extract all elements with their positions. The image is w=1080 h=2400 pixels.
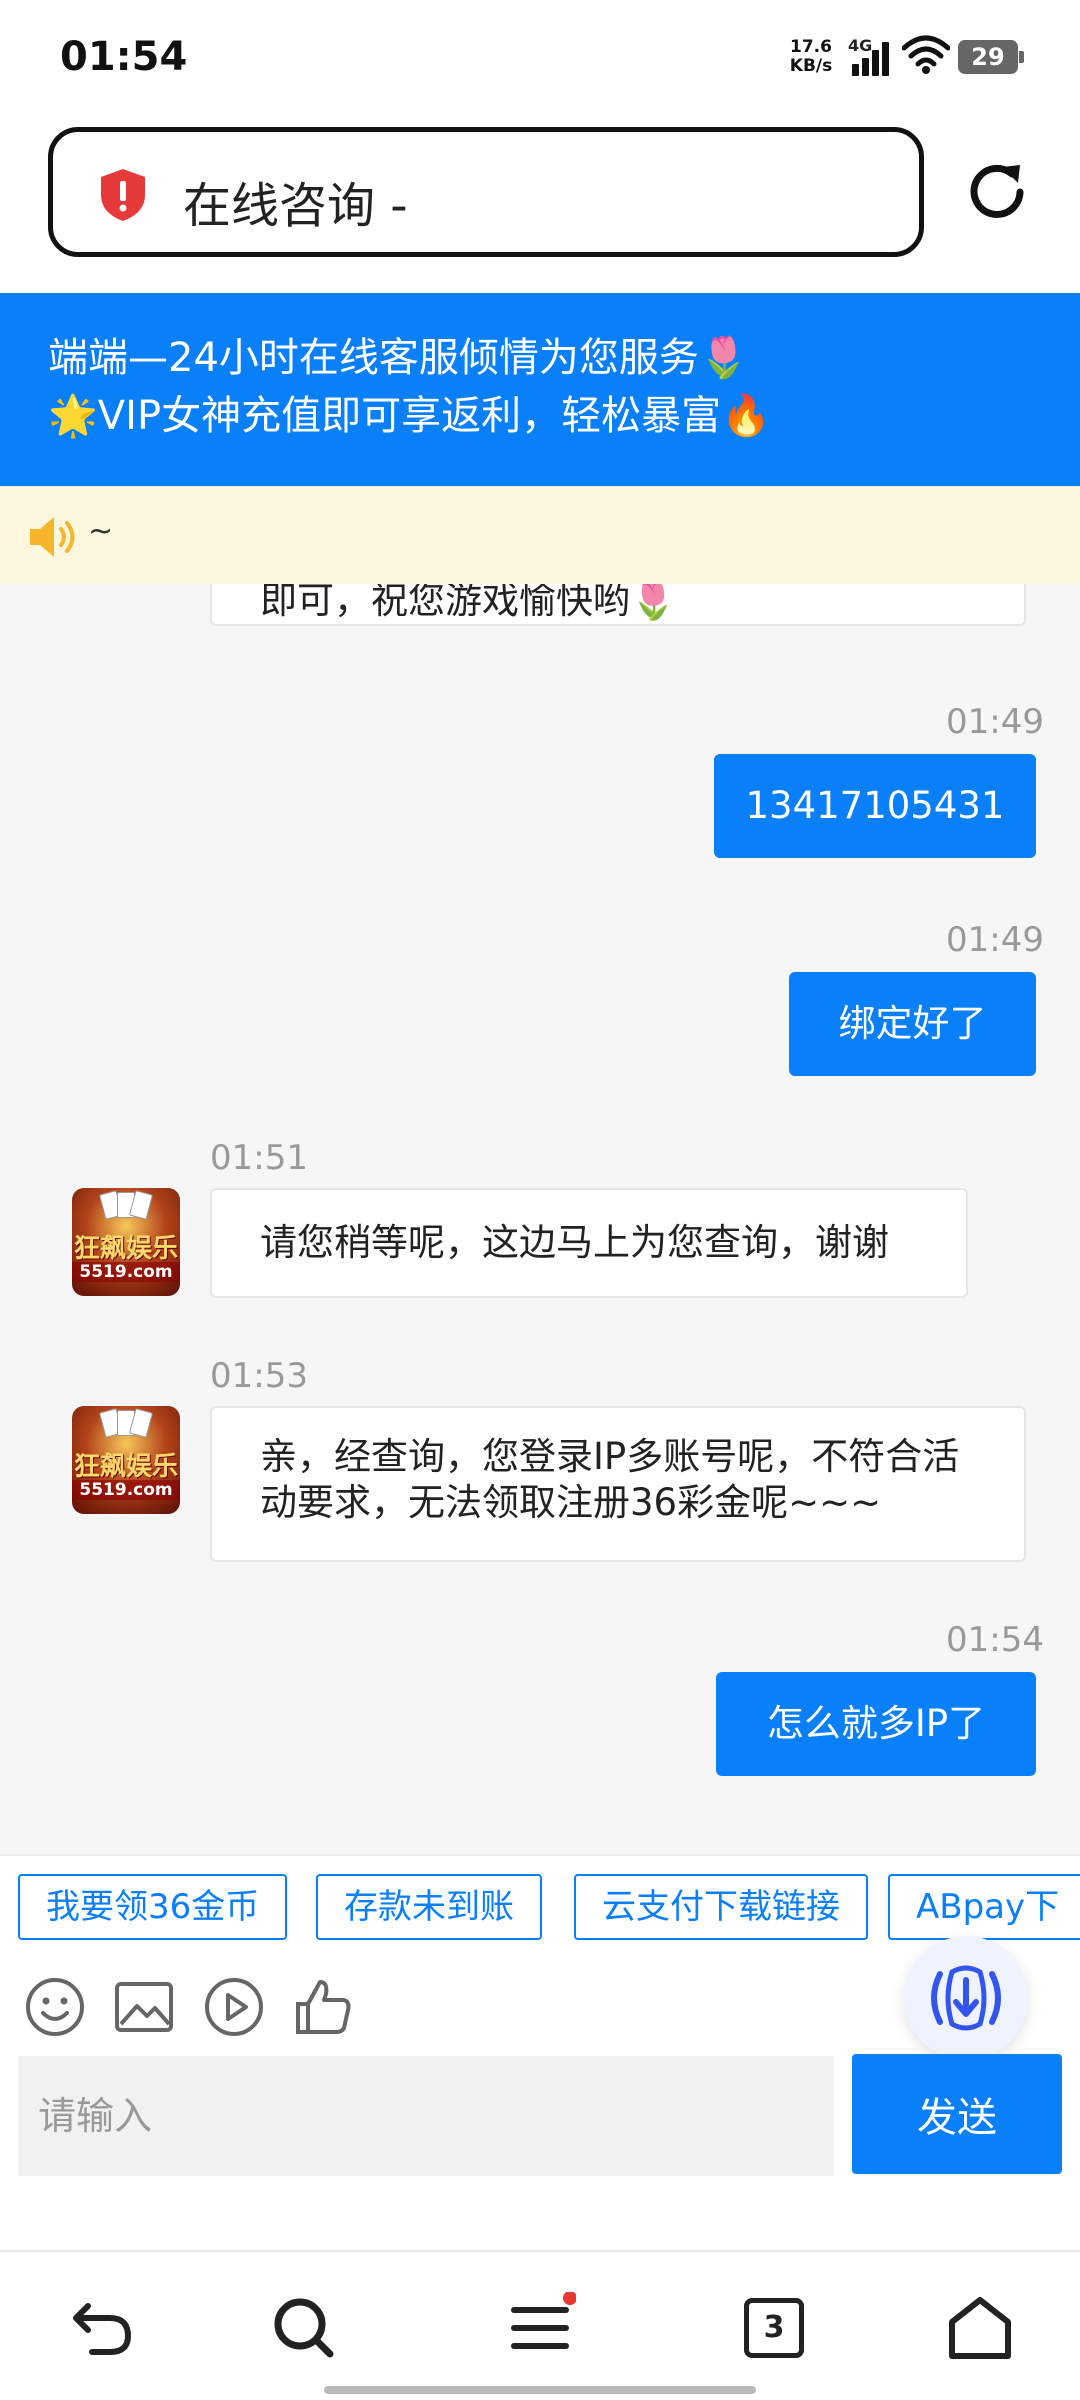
my-message: 绑定好了 [789, 972, 1036, 1076]
back-icon[interactable] [66, 2292, 138, 2364]
message-input[interactable] [18, 2056, 834, 2176]
net-speed-unit: KB/s [789, 56, 833, 76]
my-message: 怎么就多IP了 [716, 1672, 1036, 1776]
my-message: 13417105431 [714, 754, 1036, 858]
agent-avatar[interactable]: 狂飙娱乐 5519.com [72, 1188, 180, 1296]
search-icon[interactable] [268, 2292, 340, 2364]
agent-avatar[interactable]: 狂飙娱乐 5519.com [72, 1406, 180, 1514]
service-banner: 端端—24小时在线客服倾情为您服务🌷 🌟VIP女神充值即可享返利，轻松暴富🔥 [0, 293, 1080, 486]
banner-line-1: 端端—24小时在线客服倾情为您服务🌷 [48, 335, 749, 381]
message-time: 01:54 [946, 1620, 1044, 1660]
notice-bar: ~ [0, 486, 1080, 584]
banner-line-2: 🌟VIP女神充值即可享返利，轻松暴富🔥 [48, 393, 771, 439]
message-text: 13417105431 [745, 784, 1005, 827]
menu-icon[interactable] [504, 2292, 576, 2364]
message-time: 01:49 [946, 702, 1044, 742]
net-speed: 17.6 KB/s [786, 38, 836, 76]
video-icon[interactable] [203, 1976, 265, 2038]
net-speed-value: 17.6 [790, 37, 832, 57]
shield-alert-icon[interactable] [98, 167, 148, 223]
notice-text: ~ [88, 514, 114, 549]
image-icon[interactable] [113, 1976, 175, 2038]
url-row: 在线咨询 - [0, 115, 1080, 293]
speaker-icon [30, 517, 75, 557]
avatar-logo-text: 狂飙娱乐 [73, 1452, 178, 1482]
signal-icon: 4G [848, 36, 894, 76]
message-time: 01:49 [946, 920, 1044, 960]
avatar-logo-text: 狂飙娱乐 [73, 1234, 178, 1264]
agent-message: 请您稍等呢，这边马上为您查询，谢谢 [210, 1188, 968, 1298]
status-bar: 01:54 17.6 KB/s 4G 29 [0, 0, 1080, 115]
quick-reply-chip[interactable]: 云支付下载链接 [574, 1874, 868, 1940]
message-text: 亲，经查询，您登录IP多账号呢，不符合活动要求，无法领取注册36彩金呢~~~ [260, 1435, 960, 1524]
battery-icon: 29 [958, 40, 1024, 74]
tabs-button[interactable]: 3 [744, 2298, 816, 2370]
home-icon[interactable] [944, 2292, 1016, 2364]
status-time: 01:54 [60, 34, 188, 80]
message-time: 01:53 [210, 1356, 308, 1396]
home-indicator[interactable] [324, 2386, 756, 2394]
message-text: 怎么就多IP了 [766, 1702, 986, 1745]
avatar-domain-text: 5519.com [72, 1480, 180, 1500]
message-text: 绑定好了 [838, 1002, 987, 1045]
chat-area[interactable]: 即可，祝您游戏愉快哟🌷 01:49 13417105431 01:49 绑定好了… [0, 584, 1080, 1854]
quick-reply-chip[interactable]: 存款未到账 [316, 1874, 542, 1940]
address-bar[interactable]: 在线咨询 - [48, 127, 924, 257]
emoji-icon[interactable] [24, 1976, 86, 2038]
page-title: 在线咨询 - [183, 178, 408, 234]
wifi-icon [902, 35, 950, 74]
network-type: 4G [848, 36, 873, 55]
download-icon [931, 1965, 1001, 2031]
tabs-count: 3 [744, 2298, 804, 2358]
send-button[interactable]: 发送 [852, 2054, 1062, 2174]
browser-bottom-nav: 3 [0, 2250, 1080, 2400]
input-row: 发送 [0, 2054, 1080, 2250]
agent-message: 即可，祝您游戏愉快哟🌷 [210, 584, 1026, 626]
message-text: 即可，祝您游戏愉快哟🌷 [260, 584, 677, 622]
thumbs-up-icon[interactable] [292, 1976, 354, 2038]
avatar-domain-text: 5519.com [72, 1262, 180, 1282]
message-time: 01:51 [210, 1138, 308, 1178]
agent-message: 亲，经查询，您登录IP多账号呢，不符合活动要求，无法领取注册36彩金呢~~~ [210, 1406, 1026, 1562]
quick-reply-chip[interactable]: 我要领36金币 [18, 1874, 288, 1940]
reload-icon[interactable] [964, 159, 1030, 225]
message-text: 请您稍等呢，这边马上为您查询，谢谢 [260, 1221, 889, 1264]
download-fab[interactable] [904, 1936, 1028, 2060]
quick-reply-chip[interactable]: ABpay下 [888, 1874, 1080, 1940]
